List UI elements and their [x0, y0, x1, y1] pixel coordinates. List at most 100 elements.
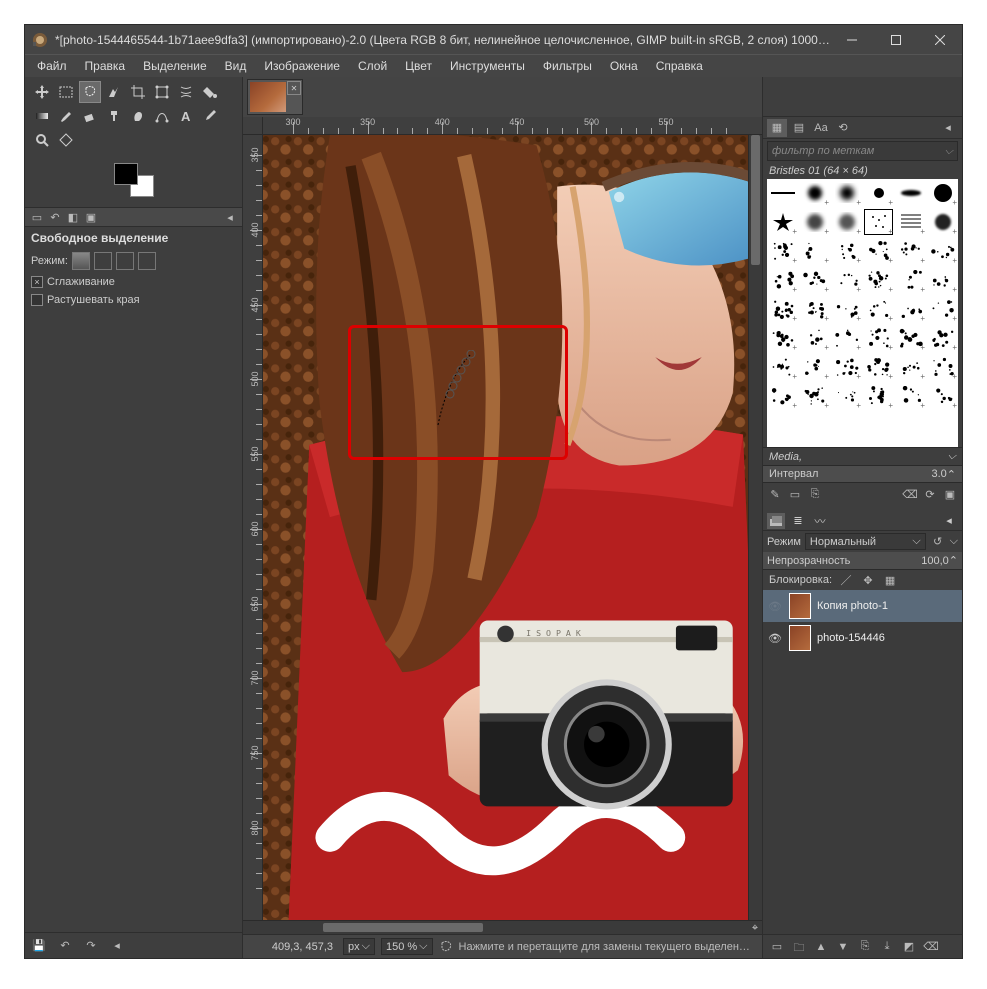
tab-device-status[interactable]: ◧	[65, 209, 81, 225]
maximize-button[interactable]	[874, 25, 918, 55]
tool-measure[interactable]	[55, 129, 77, 151]
brush-item[interactable]: +	[799, 179, 830, 207]
brush-item[interactable]: +	[799, 266, 830, 294]
brush-item[interactable]: +	[799, 208, 830, 236]
brush-item[interactable]: +	[895, 353, 926, 381]
status-zoom[interactable]: 150 % ⌵	[381, 938, 433, 955]
layer-opacity[interactable]: Непрозрачность 100,0 ⌃	[763, 552, 962, 570]
menu-windows[interactable]: Окна	[602, 57, 646, 75]
mode-subtract[interactable]	[116, 252, 134, 270]
brush-item[interactable]: +	[831, 266, 862, 294]
brush-item[interactable]: +	[927, 382, 958, 410]
ruler-horizontal[interactable]: 300350400450500550	[263, 117, 748, 135]
brush-item[interactable]: +	[927, 179, 958, 207]
brush-item[interactable]: +	[927, 295, 958, 323]
brush-spacing[interactable]: Интервал 3.0 ⌃	[763, 465, 962, 483]
brush-grid[interactable]: + + + + + + + + + + /* placeholder cells…	[767, 179, 958, 447]
brush-item[interactable]: +	[767, 266, 798, 294]
visibility-toggle[interactable]: 👁	[767, 630, 783, 646]
brush-item[interactable]: +	[831, 324, 862, 352]
tab-brushes[interactable]: ▦	[767, 119, 787, 137]
brush-item[interactable]: +	[831, 295, 862, 323]
layer-mode-select[interactable]: Нормальный⌵	[805, 533, 926, 550]
color-swatches[interactable]	[25, 163, 242, 197]
minimize-button[interactable]	[830, 25, 874, 55]
tool-fuzzy-select[interactable]	[103, 81, 125, 103]
tool-gradient[interactable]	[31, 105, 53, 127]
layer-name[interactable]: Копия photo-1	[817, 600, 888, 612]
brush-item[interactable]: +	[831, 353, 862, 381]
vscroll-thumb[interactable]	[751, 135, 760, 265]
brush-item[interactable]	[767, 179, 798, 207]
brush-item[interactable]: +	[895, 266, 926, 294]
brush-item[interactable]: +	[831, 237, 862, 265]
mode-replace[interactable]	[72, 252, 90, 270]
refresh-brush-icon[interactable]: ⟳	[922, 486, 938, 502]
opacity-stepper-icon[interactable]: ⌃	[949, 554, 958, 567]
brush-item[interactable]: +	[863, 382, 894, 410]
mode-intersect[interactable]	[138, 252, 156, 270]
tool-transform[interactable]	[151, 81, 173, 103]
brush-item[interactable]: +	[767, 353, 798, 381]
menu-layer[interactable]: Слой	[350, 57, 395, 75]
ruler-corner[interactable]	[243, 117, 263, 135]
lock-paint-icon[interactable]: ／	[838, 572, 854, 588]
brush-item[interactable]: +	[895, 208, 926, 236]
tool-eraser[interactable]	[79, 105, 101, 127]
brush-item[interactable]: +	[863, 324, 894, 352]
redo-icon[interactable]: ↷	[83, 938, 99, 954]
brush-item[interactable]: +	[863, 179, 894, 207]
save-options-icon[interactable]: 💾	[31, 938, 47, 954]
brush-item[interactable]: +	[767, 382, 798, 410]
hscroll-thumb[interactable]	[323, 923, 483, 932]
tool-paintbrush[interactable]	[55, 105, 77, 127]
brush-item[interactable]: +	[895, 237, 926, 265]
brush-item[interactable]: +	[927, 353, 958, 381]
tab-paths[interactable]: 〰	[811, 513, 829, 529]
layer-list[interactable]: 👁 Копия photo-1 👁 photo-154446	[763, 590, 962, 934]
layer-row[interactable]: 👁 Копия photo-1	[763, 590, 962, 622]
document-tab[interactable]: ✕	[247, 79, 303, 115]
chevron-down-icon[interactable]: ⌵	[950, 535, 958, 548]
brush-item[interactable]: +	[767, 324, 798, 352]
brush-item[interactable]: +	[831, 179, 862, 207]
tool-bucket[interactable]	[199, 81, 221, 103]
tool-colorpicker[interactable]	[199, 105, 221, 127]
menu-view[interactable]: Вид	[217, 57, 255, 75]
tab-menu-icon[interactable]: ◂	[222, 209, 238, 225]
lower-layer-icon[interactable]: ▼	[835, 939, 851, 955]
duplicate-layer-icon[interactable]: ⎘	[857, 939, 873, 955]
brush-item[interactable]: +	[927, 324, 958, 352]
status-unit[interactable]: px ⌵	[343, 938, 375, 955]
mode-switch-icon[interactable]: ↺	[930, 534, 946, 550]
tool-smudge[interactable]	[127, 105, 149, 127]
new-group-icon[interactable]: 🗀	[791, 939, 807, 955]
brush-item[interactable]: +	[927, 208, 958, 236]
menu-selection[interactable]: Выделение	[135, 57, 215, 75]
tool-rect-select[interactable]	[55, 81, 77, 103]
mode-add[interactable]	[94, 252, 112, 270]
menu-color[interactable]: Цвет	[397, 57, 440, 75]
vertical-scrollbar[interactable]	[748, 135, 762, 920]
layer-name[interactable]: photo-154446	[817, 632, 885, 644]
brush-item[interactable]: +	[799, 324, 830, 352]
brush-item[interactable]: +	[895, 295, 926, 323]
feather-checkbox[interactable]	[31, 294, 43, 306]
canvas[interactable]: I S O P A K	[263, 135, 748, 920]
new-brush-icon[interactable]: ▭	[787, 486, 803, 502]
lock-move-icon[interactable]: ✥	[860, 572, 876, 588]
tab-history[interactable]: ⟲	[833, 119, 853, 137]
tool-warp[interactable]	[175, 81, 197, 103]
menu-help[interactable]: Справка	[648, 57, 711, 75]
tab-undo-history[interactable]: ↶	[47, 209, 63, 225]
brush-item[interactable]: +	[767, 208, 798, 236]
brush-item[interactable]: +	[799, 353, 830, 381]
visibility-toggle[interactable]: 👁	[767, 598, 783, 614]
tab-images[interactable]: ▣	[83, 209, 99, 225]
tab-channels[interactable]: ≣	[789, 513, 807, 529]
tool-text[interactable]: A	[175, 105, 197, 127]
brush-item[interactable]: +	[927, 266, 958, 294]
undo-icon[interactable]: ↶	[57, 938, 73, 954]
brush-item[interactable]: +	[799, 237, 830, 265]
brush-item[interactable]: +	[767, 237, 798, 265]
